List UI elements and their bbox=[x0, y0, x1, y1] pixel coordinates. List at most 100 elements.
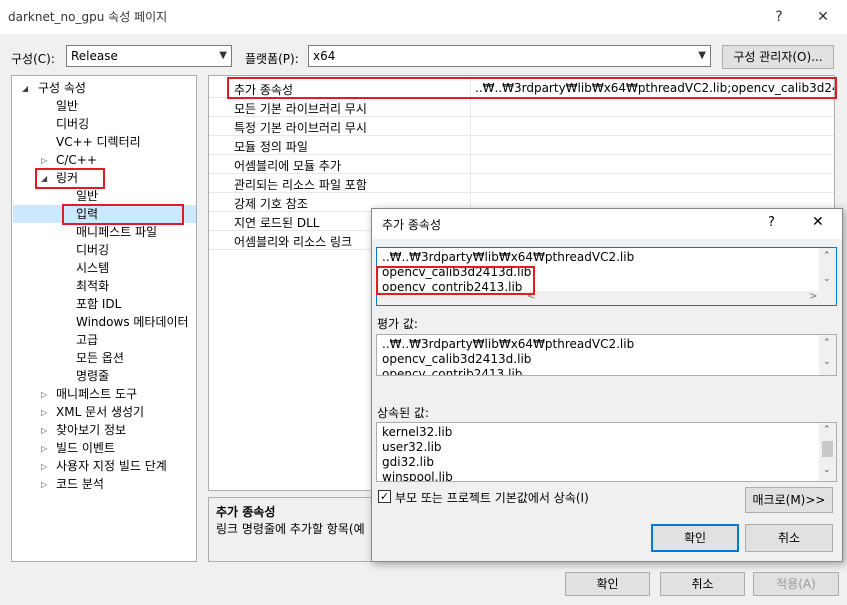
tree-item-system[interactable]: 시스템 bbox=[76, 259, 109, 277]
grid-row-name: 특정 기본 라이브러리 무시 bbox=[234, 121, 367, 135]
vertical-scrollbar[interactable]: ⌃ ⌄ bbox=[819, 335, 836, 375]
chevron-down-icon: ▼ bbox=[698, 50, 706, 61]
tree-item-manifest-file[interactable]: 매니페스트 파일 bbox=[76, 223, 157, 241]
vertical-scrollbar[interactable]: ⌃ ⌄ bbox=[819, 248, 836, 293]
description-text: 링크 명령줄에 추가할 항목(예 bbox=[216, 522, 365, 536]
grid-row-name: 어셈블리와 리소스 링크 bbox=[234, 235, 353, 249]
highlight-box-input bbox=[62, 204, 184, 225]
inherited-list[interactable]: kernel32.lib user32.lib gdi32.lib winspo… bbox=[376, 422, 837, 482]
collapsed-triangle-icon[interactable]: ▷ bbox=[41, 390, 47, 399]
inherit-checkbox[interactable]: ✓ bbox=[378, 490, 391, 503]
ok-button[interactable]: 확인 bbox=[565, 572, 650, 596]
evaluated-line: opencv_calib3d2413d.lib bbox=[382, 352, 532, 366]
inherit-checkbox-label[interactable]: 부모 또는 프로젝트 기본값에서 상속(I) bbox=[395, 489, 589, 506]
cancel-button[interactable]: 취소 bbox=[660, 572, 745, 596]
scrollbar-thumb[interactable] bbox=[822, 441, 833, 457]
platform-select[interactable]: x64 ▼ bbox=[308, 45, 711, 67]
scroll-up-icon[interactable]: ⌃ bbox=[823, 338, 831, 348]
highlight-box-linker bbox=[35, 168, 105, 189]
grid-row[interactable]: 모든 기본 라이브러리 무시 bbox=[209, 98, 834, 117]
config-value: Release bbox=[71, 49, 118, 63]
close-button[interactable]: ✕ bbox=[808, 4, 838, 30]
description-panel: 추가 종속성 링크 명령줄에 추가할 항목(예 bbox=[208, 497, 378, 562]
config-select[interactable]: Release ▼ bbox=[66, 45, 232, 67]
tree-item-vc-dirs[interactable]: VC++ 디렉터리 bbox=[56, 133, 141, 151]
scroll-down-icon[interactable]: ⌄ bbox=[823, 357, 831, 367]
tree-item-windows-metadata[interactable]: Windows 메타데이터 bbox=[76, 313, 189, 331]
tree-item-config-props[interactable]: 구성 속성 bbox=[38, 79, 86, 97]
tree-item-debugging[interactable]: 디버깅 bbox=[56, 115, 89, 133]
property-tree: ◢ 구성 속성 일반 디버깅 VC++ 디렉터리 ▷ C/C++ ◢ 링커 일반… bbox=[11, 75, 197, 562]
inherited-line: user32.lib bbox=[382, 440, 442, 454]
macro-button[interactable]: 매크로(M)>> bbox=[745, 487, 833, 513]
tree-item-optimization[interactable]: 최적화 bbox=[76, 277, 109, 295]
dialog-titlebar: 추가 종속성 ? ✕ bbox=[372, 209, 842, 239]
tree-item-code-analysis[interactable]: 코드 분석 bbox=[56, 475, 104, 493]
description-title: 추가 종속성 bbox=[216, 505, 276, 519]
inherited-label: 상속된 값: bbox=[377, 406, 430, 420]
evaluated-list[interactable]: ..₩..₩3rdparty₩lib₩x64₩pthreadVC2.lib op… bbox=[376, 334, 837, 376]
tree-item-xml-doc[interactable]: XML 문서 생성기 bbox=[56, 403, 144, 421]
checkmark-icon: ✓ bbox=[379, 490, 390, 503]
platform-value: x64 bbox=[313, 49, 336, 63]
tree-item-linker-general[interactable]: 일반 bbox=[76, 187, 98, 205]
config-label: 구성(C): bbox=[11, 52, 55, 66]
scroll-down-icon[interactable]: ⌄ bbox=[823, 274, 831, 284]
highlight-box-opencv-libs bbox=[376, 266, 535, 295]
dialog-ok-button[interactable]: 확인 bbox=[651, 524, 739, 552]
deps-line: ..₩..₩3rdparty₩lib₩x64₩pthreadVC2.lib bbox=[382, 250, 635, 264]
grid-row-name: 관리되는 리소스 파일 포함 bbox=[234, 178, 367, 192]
collapsed-triangle-icon[interactable]: ▷ bbox=[41, 444, 47, 453]
evaluated-label: 평가 값: bbox=[377, 317, 418, 331]
tree-item-cpp[interactable]: C/C++ bbox=[56, 151, 97, 169]
collapsed-triangle-icon[interactable]: ▷ bbox=[41, 156, 47, 165]
tree-item-embedded-idl[interactable]: 포함 IDL bbox=[76, 295, 121, 313]
tree-item-custom-build[interactable]: 사용자 지정 빌드 단계 bbox=[56, 457, 167, 475]
dialog-title: 추가 종속성 bbox=[382, 218, 442, 232]
collapsed-triangle-icon[interactable]: ▷ bbox=[41, 408, 47, 417]
dialog-close-button[interactable]: ✕ bbox=[812, 214, 824, 230]
evaluated-line: opencv_contrib2413.lib bbox=[382, 367, 523, 376]
collapsed-triangle-icon[interactable]: ▷ bbox=[41, 462, 47, 471]
tree-item-command-line[interactable]: 명령줄 bbox=[76, 367, 109, 385]
grid-row[interactable]: 어셈블리에 모듈 추가 bbox=[209, 155, 834, 174]
grid-row-name: 모듈 정의 파일 bbox=[234, 140, 308, 154]
grid-row[interactable]: 특정 기본 라이브러리 무시 bbox=[209, 117, 834, 136]
tree-item-general[interactable]: 일반 bbox=[56, 97, 78, 115]
grid-row-name: 어셈블리에 모듈 추가 bbox=[234, 159, 341, 173]
scroll-up-icon[interactable]: ⌃ bbox=[823, 251, 831, 261]
grid-row-name: 강제 기호 참조 bbox=[234, 197, 308, 211]
scroll-down-icon[interactable]: ⌄ bbox=[823, 465, 831, 475]
tree-item-build-events[interactable]: 빌드 이벤트 bbox=[56, 439, 115, 457]
inherited-line: gdi32.lib bbox=[382, 455, 434, 469]
collapsed-triangle-icon[interactable]: ▷ bbox=[41, 480, 47, 489]
config-manager-button[interactable]: 구성 관리자(O)... bbox=[722, 45, 834, 69]
tree-item-all-options[interactable]: 모든 옵션 bbox=[76, 349, 124, 367]
dialog-help-button[interactable]: ? bbox=[768, 215, 775, 230]
window-title: darknet_no_gpu 속성 페이지 bbox=[8, 10, 168, 24]
title-bar: darknet_no_gpu 속성 페이지 ? ✕ bbox=[0, 0, 847, 34]
expanded-triangle-icon[interactable]: ◢ bbox=[22, 84, 28, 93]
scroll-right-icon[interactable]: > bbox=[809, 291, 817, 302]
additional-deps-dialog: 추가 종속성 ? ✕ ..₩..₩3rdparty₩lib₩x64₩pthrea… bbox=[371, 208, 843, 562]
grid-row-name: 모든 기본 라이브러리 무시 bbox=[234, 102, 367, 116]
platform-label: 플랫폼(P): bbox=[245, 52, 299, 66]
dialog-cancel-button[interactable]: 취소 bbox=[745, 524, 833, 552]
apply-button[interactable]: 적용(A) bbox=[753, 572, 839, 596]
collapsed-triangle-icon[interactable]: ▷ bbox=[41, 426, 47, 435]
chevron-down-icon: ▼ bbox=[219, 50, 227, 61]
evaluated-line: ..₩..₩3rdparty₩lib₩x64₩pthreadVC2.lib bbox=[382, 337, 635, 351]
tree-item-manifest-tool[interactable]: 매니페스트 도구 bbox=[56, 385, 137, 403]
inherited-line: kernel32.lib bbox=[382, 425, 453, 439]
inherited-line: winspool.lib bbox=[382, 470, 453, 482]
highlight-box-additional-deps bbox=[227, 77, 837, 99]
help-button[interactable]: ? bbox=[764, 4, 794, 30]
grid-row[interactable]: 모듈 정의 파일 bbox=[209, 136, 834, 155]
tree-item-advanced[interactable]: 고급 bbox=[76, 331, 98, 349]
scroll-up-icon[interactable]: ⌃ bbox=[823, 425, 831, 435]
grid-row[interactable]: 관리되는 리소스 파일 포함 bbox=[209, 174, 834, 193]
tree-item-browse-info[interactable]: 찾아보기 정보 bbox=[56, 421, 126, 439]
vertical-scrollbar[interactable]: ⌃ ⌄ bbox=[819, 423, 836, 481]
grid-row-name: 지연 로드된 DLL bbox=[234, 216, 320, 230]
tree-item-linker-debugging[interactable]: 디버깅 bbox=[76, 241, 109, 259]
